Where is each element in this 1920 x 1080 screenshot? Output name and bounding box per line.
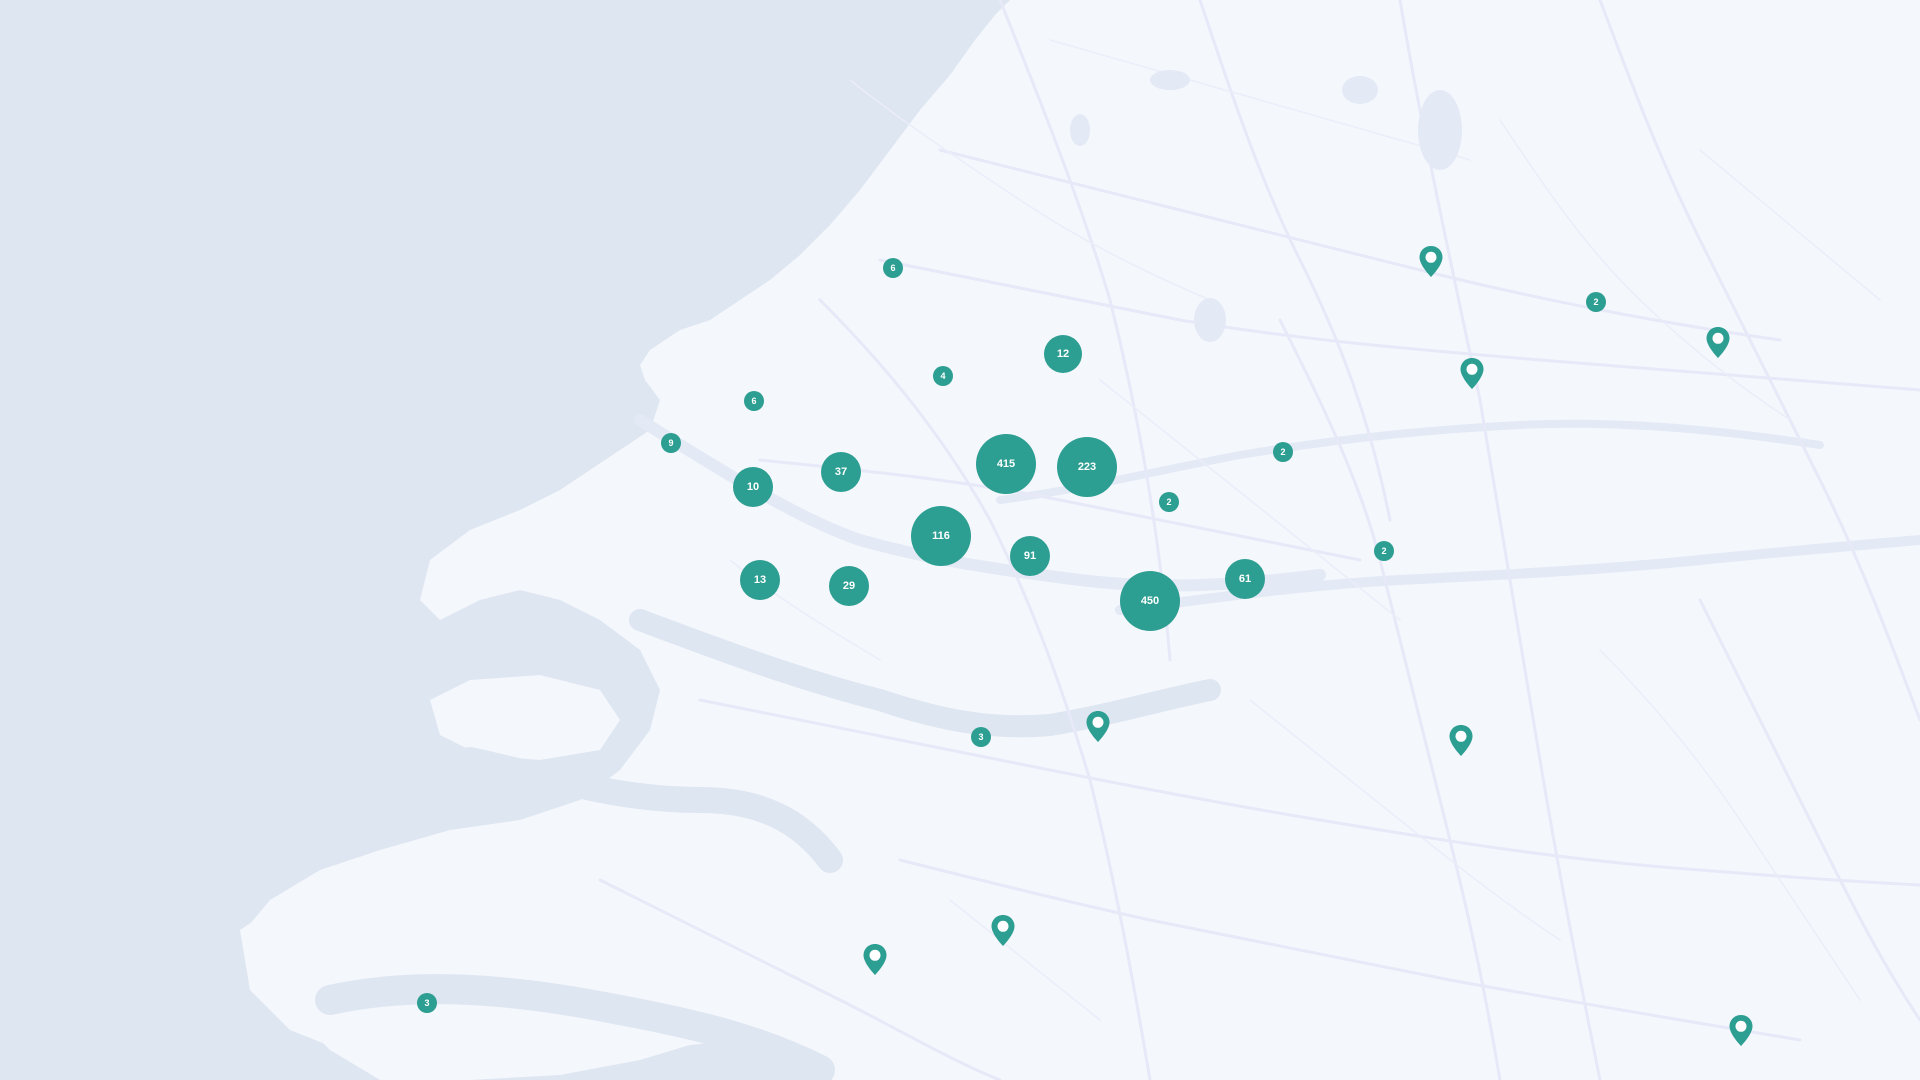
cluster-marker[interactable]: 2 xyxy=(1159,492,1179,512)
cluster-marker[interactable]: 12 xyxy=(1044,335,1082,373)
cluster-marker[interactable]: 3 xyxy=(971,727,991,747)
map-pin-icon[interactable] xyxy=(1418,245,1444,279)
map-canvas[interactable]: 6 4 12 6 9 10 37 415 223 2 116 91 13 29 450 61 2 2 2 3 3 xyxy=(0,0,1920,1080)
cluster-marker[interactable]: 450 xyxy=(1120,571,1180,631)
cluster-marker[interactable]: 13 xyxy=(740,560,780,600)
map-pin-icon[interactable] xyxy=(1728,1014,1754,1048)
cluster-marker[interactable]: 10 xyxy=(733,467,773,507)
cluster-marker[interactable]: 29 xyxy=(829,566,869,606)
cluster-marker[interactable]: 2 xyxy=(1374,541,1394,561)
map-pin-icon[interactable] xyxy=(1459,357,1485,391)
cluster-marker[interactable]: 91 xyxy=(1010,536,1050,576)
cluster-marker[interactable]: 116 xyxy=(911,506,971,566)
cluster-marker[interactable]: 6 xyxy=(883,258,903,278)
cluster-marker[interactable]: 61 xyxy=(1225,559,1265,599)
cluster-marker[interactable]: 37 xyxy=(821,452,861,492)
map-pin-icon[interactable] xyxy=(862,943,888,977)
cluster-marker[interactable]: 415 xyxy=(976,434,1036,494)
cluster-marker[interactable]: 223 xyxy=(1057,437,1117,497)
map-pin-icon[interactable] xyxy=(1448,724,1474,758)
cluster-marker[interactable]: 3 xyxy=(417,993,437,1013)
map-pin-icon[interactable] xyxy=(1085,710,1111,744)
map-pin-icon[interactable] xyxy=(990,914,1016,948)
map-pin-icon[interactable] xyxy=(1705,326,1731,360)
cluster-marker[interactable]: 4 xyxy=(933,366,953,386)
cluster-marker[interactable]: 2 xyxy=(1586,292,1606,312)
cluster-marker[interactable]: 2 xyxy=(1273,442,1293,462)
cluster-marker[interactable]: 9 xyxy=(661,433,681,453)
cluster-marker[interactable]: 6 xyxy=(744,391,764,411)
